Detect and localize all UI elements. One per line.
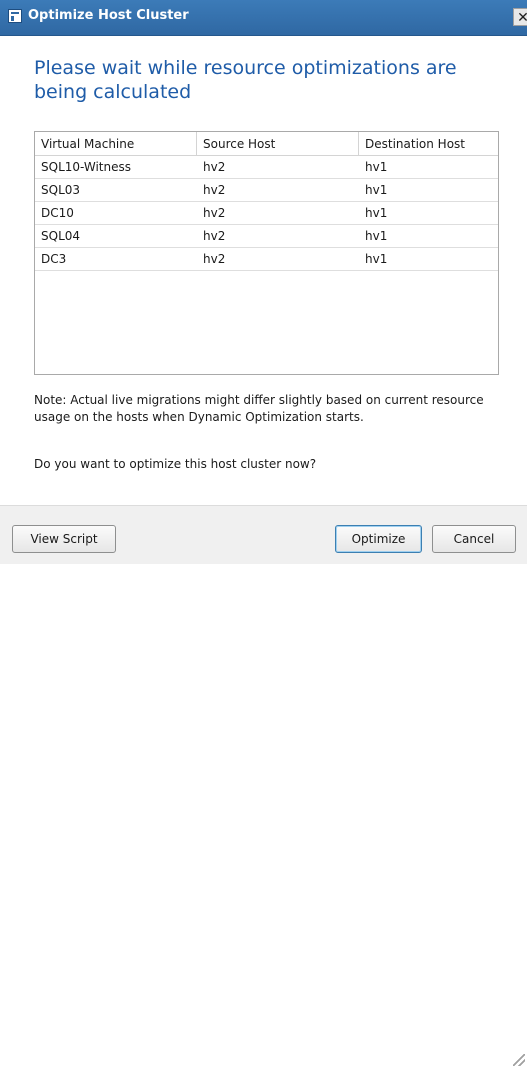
cell-virtual-machine: DC3 xyxy=(41,252,67,266)
confirmation-question: Do you want to optimize this host cluste… xyxy=(34,457,317,471)
table-body: SQL10-Witness hv2 hv1 SQL03 hv2 hv1 DC10… xyxy=(35,156,498,271)
title-bar[interactable]: Optimize Host Cluster ✕ xyxy=(0,0,527,36)
cell-source-host: hv2 xyxy=(203,183,226,197)
cell-source-host: hv2 xyxy=(203,252,226,266)
table-header: Virtual Machine Source Host Destination … xyxy=(35,132,498,156)
column-header-source-host[interactable]: Source Host xyxy=(197,132,359,156)
cell-virtual-machine: SQL10-Witness xyxy=(41,160,131,174)
migration-note: Note: Actual live migrations might diffe… xyxy=(34,393,484,424)
table-row[interactable]: SQL10-Witness hv2 hv1 xyxy=(35,156,498,179)
page-heading: Please wait while resource optimizations… xyxy=(34,57,457,103)
column-header-destination-host[interactable]: Destination Host xyxy=(359,132,498,156)
cell-source-host: hv2 xyxy=(203,160,226,174)
app-window-icon xyxy=(8,9,22,23)
cancel-button[interactable]: Cancel xyxy=(432,525,516,553)
cell-destination-host: hv1 xyxy=(365,183,388,197)
table-row[interactable]: SQL03 hv2 hv1 xyxy=(35,179,498,202)
button-bar: View Script Optimize Cancel xyxy=(0,505,527,1066)
optimize-host-cluster-dialog: Optimize Host Cluster ✕ Please wait whil… xyxy=(0,0,527,1066)
column-header-virtual-machine[interactable]: Virtual Machine xyxy=(35,132,197,156)
cell-virtual-machine: DC10 xyxy=(41,206,74,220)
cell-source-host: hv2 xyxy=(203,229,226,243)
view-script-button[interactable]: View Script xyxy=(12,525,116,553)
window-title: Optimize Host Cluster xyxy=(28,8,189,23)
close-icon[interactable]: ✕ xyxy=(513,8,527,26)
cell-source-host: hv2 xyxy=(203,206,226,220)
optimize-button[interactable]: Optimize xyxy=(335,525,422,553)
cell-destination-host: hv1 xyxy=(365,206,388,220)
cell-destination-host: hv1 xyxy=(365,252,388,266)
resize-grip-icon[interactable] xyxy=(513,1054,525,1066)
cell-destination-host: hv1 xyxy=(365,160,388,174)
table-row[interactable]: DC3 hv2 hv1 xyxy=(35,248,498,271)
cell-virtual-machine: SQL04 xyxy=(41,229,81,243)
cell-virtual-machine: SQL03 xyxy=(41,183,81,197)
migration-table[interactable]: Virtual Machine Source Host Destination … xyxy=(34,131,499,375)
cell-destination-host: hv1 xyxy=(365,229,388,243)
table-row[interactable]: DC10 hv2 hv1 xyxy=(35,202,498,225)
table-row[interactable]: SQL04 hv2 hv1 xyxy=(35,225,498,248)
